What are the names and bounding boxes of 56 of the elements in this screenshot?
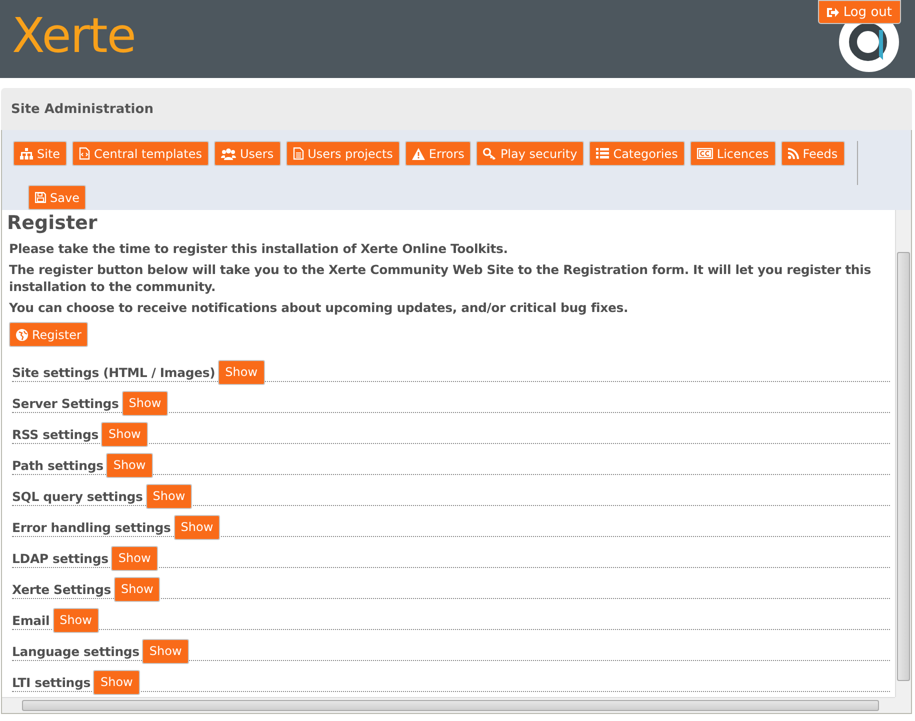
admin-tab-button[interactable]: Categories [589, 141, 685, 166]
horizontal-scrollbar[interactable] [2, 697, 895, 713]
scrollbar-thumb[interactable] [22, 700, 879, 711]
cc-icon [696, 148, 713, 159]
show-button[interactable]: Show [142, 638, 189, 664]
settings-label: Xerte Settings [12, 582, 111, 596]
settings-label: LDAP settings [12, 550, 108, 566]
rss-icon [788, 148, 799, 159]
show-button[interactable]: Show [111, 546, 158, 570]
admin-tab-button[interactable]: Feeds [780, 141, 845, 166]
admin-tab-button[interactable]: Site [13, 141, 68, 166]
warning-icon [412, 148, 425, 160]
save-icon [35, 192, 46, 203]
logout-button[interactable]: Log out [818, 0, 901, 24]
info-text: You can choose to receive notifications about upcoming updates, and/or critical bug fixes. [9, 299, 630, 316]
settings-label: Email [12, 612, 50, 628]
show-button[interactable]: Show [93, 670, 140, 694]
register-button[interactable]: Register [9, 322, 88, 347]
admin-tab-button[interactable]: Play security [476, 141, 584, 166]
admin-tab-button[interactable]: Central templates [72, 141, 209, 166]
settings-label: Server Settings [12, 396, 119, 410]
settings-label: RSS settings [12, 426, 98, 442]
save-button[interactable]: Save [28, 185, 86, 210]
key-icon [483, 148, 496, 160]
show-button[interactable]: Show [106, 452, 153, 478]
show-button[interactable]: Show [146, 484, 192, 508]
admin-tab-button[interactable]: Users [214, 141, 281, 166]
scrollbar-thumb[interactable] [897, 252, 910, 681]
show-button[interactable]: Show [218, 360, 265, 384]
document-icon [292, 147, 304, 160]
settings-label: Site settings (HTML / Images) [12, 364, 216, 380]
list-icon [596, 148, 610, 159]
show-button[interactable]: Show [174, 514, 220, 540]
xerte-logo: Xerte [12, 8, 136, 64]
settings-label: LTI settings [12, 674, 90, 690]
code-file-icon [79, 147, 90, 160]
globe-icon [16, 328, 28, 340]
users-icon [220, 148, 236, 160]
settings-label: SQL query settings [12, 488, 143, 504]
show-button[interactable]: Show [101, 422, 148, 446]
admin-tab-button[interactable]: Users projects [286, 141, 400, 166]
vertical-scrollbar[interactable] [895, 210, 911, 697]
admin-tab-button[interactable]: Licences [690, 141, 776, 166]
show-button[interactable]: Show [122, 390, 168, 416]
admin-tab-button[interactable]: Errors [404, 141, 472, 166]
show-button[interactable]: Show [52, 608, 99, 632]
settings-label: Language settings [12, 644, 140, 658]
info-text: The register button below will take you to the Xerte Community Web Site to the Registration form. It will let you register this installation to the community. [9, 261, 872, 295]
panel-title: Site Administration [11, 102, 154, 116]
settings-label: Path settings [12, 458, 104, 472]
show-button[interactable]: Show [114, 576, 160, 602]
sitemap-icon [20, 148, 33, 160]
logout-icon [827, 6, 840, 18]
info-text: Please take the time to register this installation of Xerte Online Toolkits. [9, 240, 509, 257]
settings-label: Error handling settings [12, 520, 171, 534]
section-heading: Register [7, 212, 98, 234]
